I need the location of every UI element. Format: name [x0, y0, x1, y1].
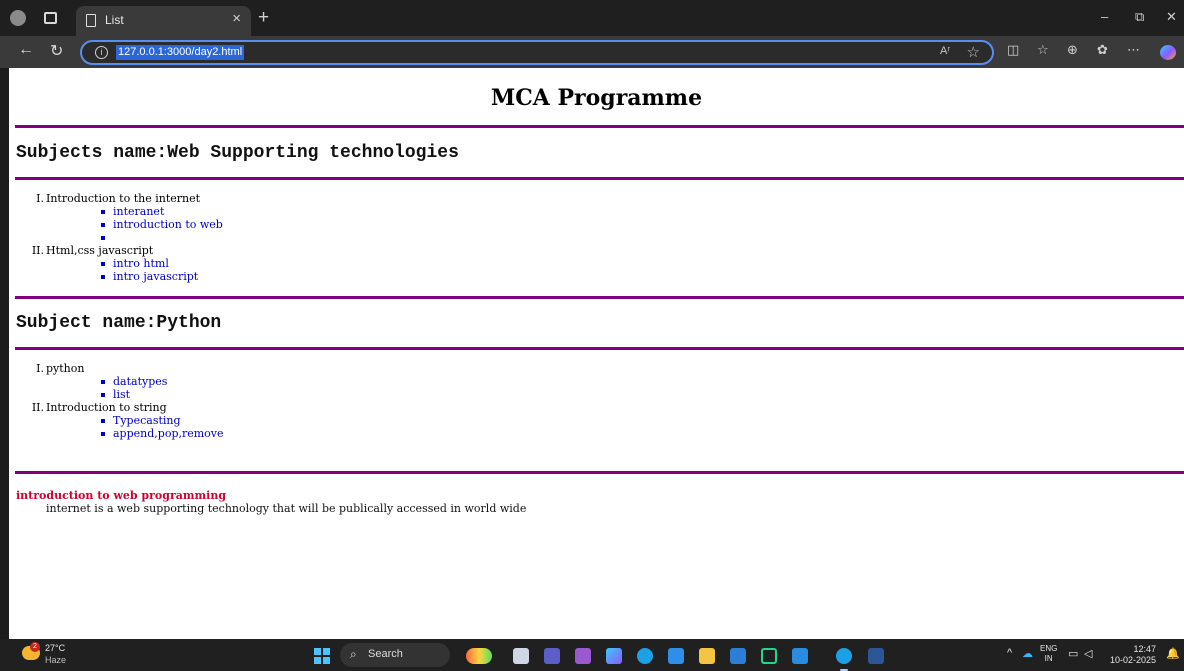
read-aloud-icon[interactable]: Aʳ — [940, 45, 950, 57]
unit-list: I. Introduction to the internet interane… — [9, 192, 223, 283]
new-tab-button[interactable]: + — [258, 7, 269, 29]
copilot-app-icon[interactable] — [606, 648, 622, 664]
search-label: Search — [368, 648, 403, 660]
topic-item: introduction to web — [101, 218, 223, 231]
divider — [15, 347, 1184, 350]
topic-item: Typecasting — [101, 414, 224, 427]
language-region: IN — [1044, 654, 1053, 663]
topic-item — [101, 231, 223, 244]
topic-list: intro html intro javascript — [46, 257, 223, 283]
divider — [15, 177, 1184, 180]
refresh-icon[interactable]: ↻ — [50, 41, 63, 61]
unit-item: I. Introduction to the internet interane… — [9, 192, 223, 244]
restore-button[interactable]: ⧉ — [1135, 9, 1144, 25]
topic-item: intro javascript — [101, 270, 223, 283]
site-info-icon[interactable]: i — [95, 46, 108, 59]
windows-taskbar: 2 27°C Haze ⌕ Search ^ ☁ ENG IN ▭ ◁ 12:4… — [0, 639, 1184, 671]
back-arrow-icon[interactable]: ← — [18, 41, 34, 59]
language-indicator[interactable]: ENG IN — [1040, 644, 1057, 664]
weather-temperature[interactable]: 27°C — [45, 643, 65, 653]
notification-badge: 2 — [30, 642, 40, 652]
unit-number: II. — [31, 401, 44, 414]
definition-term: introduction to web programming — [16, 489, 227, 502]
favorites-icon[interactable]: ☆ — [1037, 43, 1049, 58]
word-icon[interactable] — [868, 648, 884, 664]
browser-toolbar: ← ↻ i 127.0.0.1:3000/day2.html Aʳ ☆ ◫ ☆ … — [0, 36, 1184, 68]
more-menu-icon[interactable]: ⋯ — [1127, 43, 1140, 58]
file-explorer-icon[interactable] — [699, 648, 715, 664]
topic-list: interanet introduction to web — [46, 205, 223, 244]
unit-number: I. — [36, 362, 44, 375]
url-text[interactable]: 127.0.0.1:3000/day2.html — [116, 45, 245, 60]
unit-item: I. python datatypes list — [9, 362, 224, 401]
browser-tab[interactable]: List × — [76, 6, 251, 36]
topic-item: list — [101, 388, 224, 401]
store-icon[interactable] — [668, 648, 684, 664]
topic-list: Typecasting append,pop,remove — [46, 414, 224, 440]
unit-list: I. python datatypes list II. Introductio… — [9, 362, 224, 440]
clock-time: 12:47 — [1133, 644, 1156, 654]
topic-item: datatypes — [101, 375, 224, 388]
page-icon — [86, 14, 96, 27]
unit-item: II. Html,css javascript intro html intro… — [9, 244, 223, 283]
clock-date: 10-02-2025 — [1109, 655, 1156, 665]
tab-title: List — [105, 13, 124, 27]
extensions-icon[interactable]: ✿ — [1097, 43, 1108, 58]
collections-icon[interactable]: ⊕ — [1067, 43, 1078, 58]
subject-heading: Subjects name:Web Supporting technologie… — [16, 143, 459, 163]
unit-label: python — [46, 362, 85, 375]
start-button[interactable] — [314, 648, 330, 664]
weather-description[interactable]: Haze — [45, 655, 66, 665]
unit-label: Html,css javascript — [46, 244, 154, 257]
divider — [15, 125, 1184, 128]
topic-item: append,pop,remove — [101, 427, 224, 440]
page-viewport: MCA Programme Subjects name:Web Supporti… — [9, 68, 1184, 639]
teams-icon[interactable] — [544, 648, 560, 664]
visual-studio-icon[interactable] — [575, 648, 591, 664]
system-clock[interactable]: 12:47 10-02-2025 — [1104, 644, 1156, 666]
edge-icon[interactable] — [637, 648, 653, 664]
volume-icon[interactable]: ◁ — [1084, 647, 1092, 660]
tab-actions-icon[interactable] — [44, 12, 57, 24]
vscode-icon[interactable] — [792, 648, 808, 664]
outlook-icon[interactable] — [730, 648, 746, 664]
notifications-bell-icon[interactable]: 🔔 — [1166, 647, 1180, 660]
unit-item: II. Introduction to string Typecasting a… — [9, 401, 224, 440]
tab-close-icon[interactable]: × — [232, 10, 241, 27]
page-title: MCA Programme — [490, 85, 703, 111]
onedrive-icon[interactable]: ☁ — [1022, 647, 1033, 660]
favorite-star-icon[interactable]: ☆ — [967, 43, 980, 61]
unit-number: II. — [31, 244, 44, 257]
widgets-icon[interactable] — [466, 648, 492, 664]
unit-number: I. — [36, 192, 44, 205]
network-icon[interactable]: ▭ — [1068, 647, 1078, 660]
copilot-icon[interactable] — [1160, 45, 1176, 60]
show-hidden-icons-icon[interactable]: ^ — [1007, 647, 1012, 659]
taskbar-search[interactable]: ⌕ Search — [340, 643, 450, 667]
browser-titlebar: List × + – ⧉ ✕ — [0, 0, 1184, 36]
edge-active-icon[interactable] — [836, 648, 852, 664]
task-view-icon[interactable] — [513, 648, 529, 664]
definition-description: internet is a web supporting technology … — [46, 502, 527, 515]
split-screen-icon[interactable]: ◫ — [1007, 43, 1019, 58]
pycharm-icon[interactable] — [761, 648, 777, 664]
close-window-button[interactable]: ✕ — [1166, 9, 1177, 25]
divider — [15, 471, 1184, 474]
topic-item: interanet — [101, 205, 223, 218]
unit-label: Introduction to string — [46, 401, 167, 414]
topic-list: datatypes list — [46, 375, 224, 401]
minimize-button[interactable]: – — [1101, 9, 1108, 24]
language-code: ENG — [1040, 644, 1058, 653]
search-icon: ⌕ — [350, 647, 357, 661]
subject-heading: Subject name:Python — [16, 313, 222, 333]
profile-avatar-icon[interactable] — [10, 10, 26, 26]
unit-label: Introduction to the internet — [46, 192, 201, 205]
address-bar[interactable]: i 127.0.0.1:3000/day2.html Aʳ ☆ — [80, 40, 994, 65]
topic-item: intro html — [101, 257, 223, 270]
divider — [15, 296, 1184, 299]
